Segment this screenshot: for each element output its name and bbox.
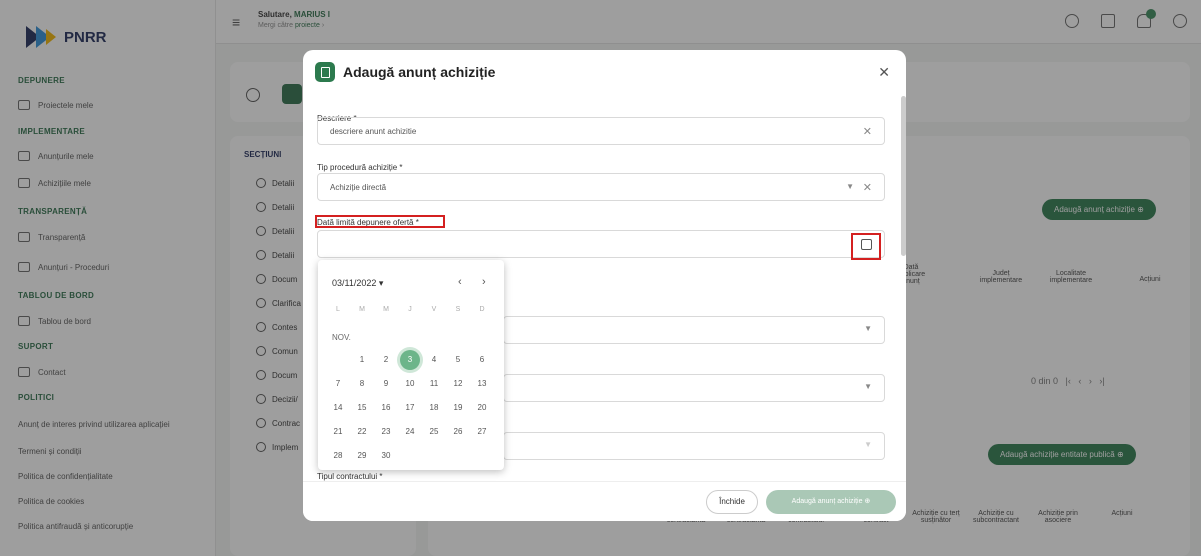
calendar-day[interactable]: 7	[328, 374, 348, 394]
calendar-day[interactable]: 19	[448, 398, 468, 418]
chevron-down-icon[interactable]: ▼	[864, 440, 872, 449]
clear-icon[interactable]: ✕	[863, 181, 872, 194]
next-month-icon[interactable]: ›	[482, 276, 486, 288]
description-field[interactable]: descriere anunt achizitie ✕	[317, 117, 885, 145]
calendar-day[interactable]: 20	[472, 398, 492, 418]
month-name: NOV.	[332, 333, 351, 342]
calendar-day[interactable]: 4	[424, 350, 444, 370]
calendar-day[interactable]: 12	[448, 374, 468, 394]
deadline-field[interactable]	[317, 230, 885, 258]
modal-footer: Închide Adaugă anunț achiziție ⊕	[303, 481, 906, 521]
calendar-day[interactable]: 26	[448, 422, 468, 442]
weekday-label: M	[383, 306, 389, 313]
add-button[interactable]: Adaugă anunț achiziție ⊕	[766, 490, 896, 514]
calendar-day[interactable]: 6	[472, 350, 492, 370]
calendar-day[interactable]: 30	[376, 446, 396, 466]
highlight-box	[851, 233, 881, 260]
calendar-day[interactable]: 24	[400, 422, 420, 442]
close-button[interactable]: Închide	[706, 490, 758, 514]
procedure-value: Achiziție directă	[330, 183, 387, 192]
chevron-down-icon[interactable]: ▼	[864, 382, 872, 391]
contract-type-label: Tipul contractului *	[317, 472, 383, 481]
calendar-day[interactable]: 16	[376, 398, 396, 418]
modal-scrollbar[interactable]	[901, 96, 906, 256]
calendar-day[interactable]: 9	[376, 374, 396, 394]
calendar-day[interactable]: 8	[352, 374, 372, 394]
calendar-day[interactable]: 13	[472, 374, 492, 394]
calendar-day[interactable]: 25	[424, 422, 444, 442]
weekday-label: L	[336, 306, 340, 313]
modal-title: Adaugă anunț achiziție	[343, 64, 496, 80]
calendar-day[interactable]: 17	[400, 398, 420, 418]
select-field[interactable]: ▼	[503, 316, 885, 344]
weekday-label: S	[455, 306, 461, 313]
procedure-select[interactable]: Achiziție directă ▼ ✕	[317, 173, 885, 201]
chevron-down-icon[interactable]: ▼	[864, 324, 872, 333]
calendar-day[interactable]: 15	[352, 398, 372, 418]
calendar-day[interactable]: 5	[448, 350, 468, 370]
calendar-day[interactable]: 18	[424, 398, 444, 418]
date-picker: 03/11/2022 ▾ ‹ › NOV. L M M J V S D 1 2 3 4 5 6 7 8 9 10…	[318, 260, 504, 470]
calendar-day[interactable]: 11	[424, 374, 444, 394]
description-value: descriere anunt achizitie	[330, 127, 417, 136]
calendar-day[interactable]: 14	[328, 398, 348, 418]
prev-month-icon[interactable]: ‹	[458, 276, 462, 288]
add-button-label: Adaugă anunț achiziție	[791, 498, 863, 505]
highlight-box	[315, 215, 445, 228]
clear-icon[interactable]: ✕	[863, 125, 872, 138]
select-field[interactable]: ▼	[503, 374, 885, 402]
weekday-label: D	[479, 306, 485, 313]
calendar-day[interactable]: 1	[352, 350, 372, 370]
select-field[interactable]: ▼	[503, 432, 885, 460]
calendar-day[interactable]: 29	[352, 446, 372, 466]
weekday-label: J	[408, 306, 412, 313]
weekday-label: M	[359, 306, 365, 313]
procedure-label: Tip procedură achiziție *	[317, 163, 403, 172]
month-label: 03/11/2022	[332, 278, 377, 288]
weekday-label: V	[431, 306, 437, 313]
close-icon[interactable]: ✕	[878, 64, 890, 81]
calendar-day[interactable]: 27	[472, 422, 492, 442]
chevron-down-icon[interactable]: ▼	[846, 182, 854, 191]
calendar-day[interactable]: 10	[400, 374, 420, 394]
modal-doc-icon	[315, 62, 335, 82]
calendar-day[interactable]: 22	[352, 422, 372, 442]
calendar-day[interactable]: 3	[400, 350, 420, 370]
month-selector[interactable]: 03/11/2022 ▾	[332, 278, 383, 289]
calendar-day[interactable]: 28	[328, 446, 348, 466]
calendar-day[interactable]: 23	[376, 422, 396, 442]
calendar-day[interactable]: 21	[328, 422, 348, 442]
calendar-day[interactable]: 2	[376, 350, 396, 370]
